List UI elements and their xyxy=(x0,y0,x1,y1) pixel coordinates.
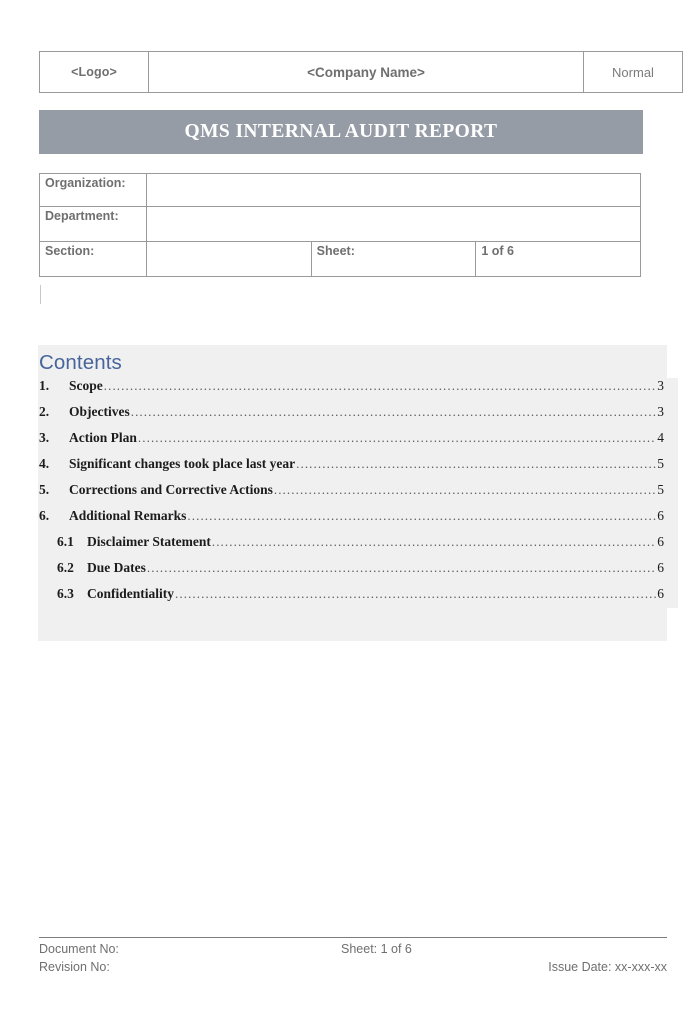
footer-document-no: Document No: xyxy=(39,942,119,956)
toc-entry-number: 5. xyxy=(39,482,50,497)
toc-entry[interactable]: 6. Additional Remarks 6 xyxy=(39,508,664,534)
footer-sheet: Sheet: 1 of 6 xyxy=(341,942,412,956)
toc-entry-page: 4 xyxy=(657,430,664,445)
toc-leader-dots xyxy=(175,586,656,602)
toc-entry-label: Corrections and Corrective Actions xyxy=(69,482,273,497)
toc-entry[interactable]: 4. Significant changes took place last ye… xyxy=(39,456,664,482)
organization-label: Organization: xyxy=(39,173,147,207)
organization-row: Organization: xyxy=(39,173,641,207)
toc-entry[interactable]: 2. Objectives 3 xyxy=(39,404,664,430)
toc-entry-label: Due Dates xyxy=(87,560,146,575)
toc-entry[interactable]: 3. Action Plan 4 xyxy=(39,430,664,456)
department-label: Department: xyxy=(39,206,147,242)
toc-leader-dots xyxy=(138,430,656,446)
toc-leader-dots xyxy=(212,534,656,550)
toc-entry[interactable]: 1. Scope 3 xyxy=(39,378,664,404)
toc-entry-label: Significant changes took place last year xyxy=(69,456,296,471)
header-table-row: <Logo> <Company Name> Normal xyxy=(39,51,683,93)
toc-leader-dots xyxy=(296,456,656,472)
footer-line-2: Revision No: Issue Date: xx-xxx-xx xyxy=(39,960,667,978)
toc-leader-dots xyxy=(131,404,657,420)
toc-leader-dots xyxy=(187,508,656,524)
toc-entry-page: 6 xyxy=(657,508,664,523)
document-info-table: Organization: Department: Section: Sheet… xyxy=(39,173,641,277)
toc-entry-label: Scope xyxy=(69,378,103,393)
text-caret xyxy=(40,285,41,304)
contents-heading: Contents xyxy=(39,351,122,374)
document-title: QMS INTERNAL AUDIT REPORT xyxy=(184,121,498,142)
document-page: <Logo> <Company Name> Normal QMS INTERNA… xyxy=(0,0,698,1024)
toc-entry-page: 5 xyxy=(657,482,664,497)
toc-entry-label: Objectives xyxy=(69,404,130,419)
toc-entry[interactable]: 5. Corrections and Corrective Actions 5 xyxy=(39,482,664,508)
toc-entry[interactable]: 6.2 Due Dates 6 xyxy=(39,560,664,586)
toc-entry-number: 3. xyxy=(39,430,50,445)
toc-leader-dots xyxy=(274,482,656,498)
toc-entry[interactable]: 6.1 Disclaimer Statement 6 xyxy=(39,534,664,560)
company-name-cell[interactable]: <Company Name> xyxy=(148,51,584,93)
toc-entry-page: 6 xyxy=(657,534,664,549)
sheet-label: Sheet: xyxy=(310,241,477,277)
section-field[interactable] xyxy=(146,241,312,277)
logo-placeholder-cell[interactable]: <Logo> xyxy=(39,51,149,93)
section-label: Section: xyxy=(39,241,147,277)
department-row: Department: xyxy=(39,206,641,242)
page-footer: Document No: Sheet: 1 of 6 Revision No: … xyxy=(39,942,667,978)
toc-entry-number: 6.1 xyxy=(57,534,74,549)
toc-entry-number: 4. xyxy=(39,456,50,471)
footer-line-1: Document No: Sheet: 1 of 6 xyxy=(39,942,667,960)
toc-entry-page: 6 xyxy=(657,586,664,601)
toc-entry-number: 6.3 xyxy=(57,586,74,601)
header-table: <Logo> <Company Name> Normal xyxy=(39,51,683,93)
sheet-value[interactable]: 1 of 6 xyxy=(475,241,641,277)
toc-entry-number: 6.2 xyxy=(57,560,74,575)
footer-issue-date: Issue Date: xx-xxx-xx xyxy=(548,960,667,974)
toc-leader-dots xyxy=(104,378,657,394)
toc-entry-number: 1. xyxy=(39,378,50,393)
toc-entry-label: Additional Remarks xyxy=(69,508,187,523)
document-status-cell[interactable]: Normal xyxy=(583,51,683,93)
toc-entry-number: 6. xyxy=(39,508,50,523)
department-field[interactable] xyxy=(146,206,641,242)
footer-divider xyxy=(39,937,667,938)
toc-entry-page: 5 xyxy=(657,456,664,471)
toc-entry-label: Action Plan xyxy=(69,430,137,445)
section-row: Section: Sheet: 1 of 6 xyxy=(39,241,641,277)
toc-entry-page: 6 xyxy=(657,560,664,575)
toc-leader-dots xyxy=(147,560,656,576)
toc-entry-label: Disclaimer Statement xyxy=(87,534,211,549)
toc-entry-number: 2. xyxy=(39,404,50,419)
footer-revision-no: Revision No: xyxy=(39,960,110,974)
organization-field[interactable] xyxy=(146,173,641,207)
toc-entry-page: 3 xyxy=(657,378,664,393)
toc-entry-label: Confidentiality xyxy=(87,586,175,601)
table-of-contents: 1. Scope 3 2. Objectives 3 3. Action Plan 4 4. Sig… xyxy=(39,378,664,612)
toc-entry[interactable]: 6.3 Confidentiality 6 xyxy=(39,586,664,612)
toc-entry-page: 3 xyxy=(657,404,664,419)
title-banner: QMS INTERNAL AUDIT REPORT xyxy=(39,110,643,154)
